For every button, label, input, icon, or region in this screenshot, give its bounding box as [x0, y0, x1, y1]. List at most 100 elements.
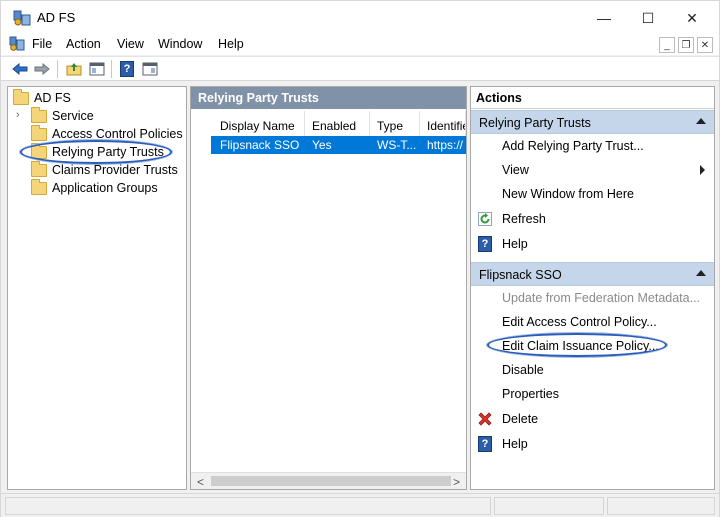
action-label: Delete: [502, 412, 539, 426]
action-label: Properties: [502, 387, 559, 401]
mmc-icon[interactable]: [9, 36, 25, 52]
action-new-window-from-here[interactable]: New Window from Here: [471, 183, 714, 205]
section-title: Flipsnack SSO: [479, 268, 562, 282]
collapse-triangle-icon[interactable]: [696, 270, 706, 276]
forward-arrow-icon: [34, 63, 50, 75]
action-delete[interactable]: Delete: [471, 408, 714, 430]
mdi-restore-button[interactable]: ❐: [678, 37, 694, 53]
action-label: View: [502, 163, 529, 177]
mdi-minimize-button[interactable]: _: [659, 37, 675, 53]
tree-item-label: Service: [52, 109, 94, 123]
console-tree: AD FS › Service Access Control Policies …: [7, 86, 187, 490]
folder-icon: [31, 124, 47, 141]
toolbar-separator: [111, 60, 112, 78]
back-button[interactable]: [11, 61, 29, 77]
submenu-arrow-icon: [700, 165, 705, 175]
show-hide-action-pane-icon: [142, 62, 158, 76]
tree-item-label: Access Control Policies: [52, 127, 183, 141]
table-row-flipsnack-sso[interactable]: Flipsnack SSO Yes WS-T... https://: [211, 136, 466, 154]
mdi-close-icon: ✕: [700, 39, 710, 51]
forward-button[interactable]: [33, 61, 51, 77]
tree-item-label: Claims Provider Trusts: [52, 163, 178, 177]
horizontal-scrollbar[interactable]: < >: [191, 472, 466, 489]
expand-chevron-icon[interactable]: ›: [16, 109, 20, 121]
action-help-1[interactable]: ? Help: [471, 233, 714, 255]
tree-item-claims-provider-trusts[interactable]: Claims Provider Trusts: [31, 160, 178, 179]
folder-icon: [13, 88, 29, 105]
menu-file[interactable]: File: [32, 37, 52, 51]
column-header-identifier[interactable]: Identifie: [420, 111, 466, 137]
cell-type: WS-T...: [377, 138, 417, 152]
actions-pane: Actions Relying Party Trusts Add Relying…: [470, 86, 715, 490]
show-hide-action-pane-button[interactable]: [141, 61, 159, 77]
actions-section-flipsnack-sso[interactable]: Flipsnack SSO: [471, 262, 714, 286]
toolbar: ?: [1, 56, 719, 81]
action-label: Refresh: [502, 212, 546, 226]
menu-window[interactable]: Window: [158, 37, 202, 51]
adfs-window: AD FS — ☐ ✕ File Action View Window Help…: [0, 0, 720, 517]
action-label: Edit Access Control Policy...: [502, 315, 657, 329]
action-refresh[interactable]: Refresh: [471, 208, 714, 230]
help-toolbar-button[interactable]: ?: [118, 61, 136, 77]
actions-section-relying-party-trusts[interactable]: Relying Party Trusts: [471, 110, 714, 134]
action-label: Help: [502, 237, 528, 251]
results-pane-header: Relying Party Trusts: [191, 87, 466, 109]
actions-title: Actions: [471, 87, 714, 109]
action-label: Add Relying Party Trust...: [502, 139, 644, 153]
menu-action[interactable]: Action: [66, 37, 101, 51]
column-header-type[interactable]: Type: [370, 111, 420, 137]
scroll-left-icon[interactable]: <: [197, 475, 204, 489]
tree-root-label: AD FS: [34, 91, 71, 105]
mdi-minimize-icon: _: [664, 39, 670, 51]
folder-icon: [31, 178, 47, 195]
back-arrow-icon: [12, 63, 28, 75]
scroll-right-icon[interactable]: >: [453, 475, 460, 489]
up-one-level-button[interactable]: [65, 61, 83, 77]
tree-item-service[interactable]: Service: [31, 106, 94, 125]
show-hide-tree-button[interactable]: [88, 61, 106, 77]
action-add-relying-party-trust[interactable]: Add Relying Party Trust...: [471, 135, 714, 157]
folder-icon: [31, 160, 47, 177]
action-label: New Window from Here: [502, 187, 634, 201]
column-header-row: Display Name Enabled Type Identifie: [191, 111, 466, 137]
collapse-triangle-icon[interactable]: [696, 118, 706, 124]
column-header-display-name[interactable]: Display Name: [213, 111, 305, 137]
menu-help[interactable]: Help: [218, 37, 244, 51]
delete-icon: [477, 411, 493, 427]
minimize-button[interactable]: —: [581, 5, 627, 31]
tree-item-label: Application Groups: [52, 181, 158, 195]
action-help-2[interactable]: ? Help: [471, 433, 714, 455]
action-view[interactable]: View: [471, 159, 714, 181]
tree-root-adfs[interactable]: AD FS: [13, 88, 71, 107]
help-icon: ?: [478, 236, 492, 252]
show-hide-tree-icon: [89, 62, 105, 76]
action-edit-access-control-policy[interactable]: Edit Access Control Policy...: [471, 311, 714, 333]
status-segment: [494, 497, 604, 515]
close-button[interactable]: ✕: [669, 5, 715, 31]
action-disable[interactable]: Disable: [471, 359, 714, 381]
status-segment: [607, 497, 715, 515]
toolbar-separator: [57, 60, 58, 78]
action-properties[interactable]: Properties: [471, 383, 714, 405]
folder-icon: [31, 106, 47, 123]
action-label: Help: [502, 437, 528, 451]
mdi-close-button[interactable]: ✕: [697, 37, 713, 53]
scrollbar-thumb[interactable]: [211, 476, 451, 486]
annotation-ellipse: [487, 333, 667, 357]
menu-bar: File Action View Window Help: [1, 33, 719, 55]
title-bar: AD FS — ☐ ✕: [1, 1, 719, 33]
maximize-icon: ☐: [641, 9, 655, 26]
column-header-enabled[interactable]: Enabled: [305, 111, 370, 137]
minimize-icon: —: [597, 10, 611, 26]
help-icon-wrap: ?: [477, 436, 493, 452]
adfs-app-icon: [13, 10, 31, 26]
refresh-icon: [477, 211, 493, 227]
mdi-restore-icon: ❐: [681, 39, 691, 51]
status-bar: [1, 493, 719, 517]
results-pane: Relying Party Trusts Display Name Enable…: [190, 86, 467, 490]
action-update-from-federation-metadata: Update from Federation Metadata...: [471, 287, 714, 309]
maximize-button[interactable]: ☐: [625, 5, 671, 31]
cell-identifier: https://: [427, 138, 464, 152]
menu-view[interactable]: View: [117, 37, 144, 51]
tree-item-application-groups[interactable]: Application Groups: [31, 178, 158, 197]
